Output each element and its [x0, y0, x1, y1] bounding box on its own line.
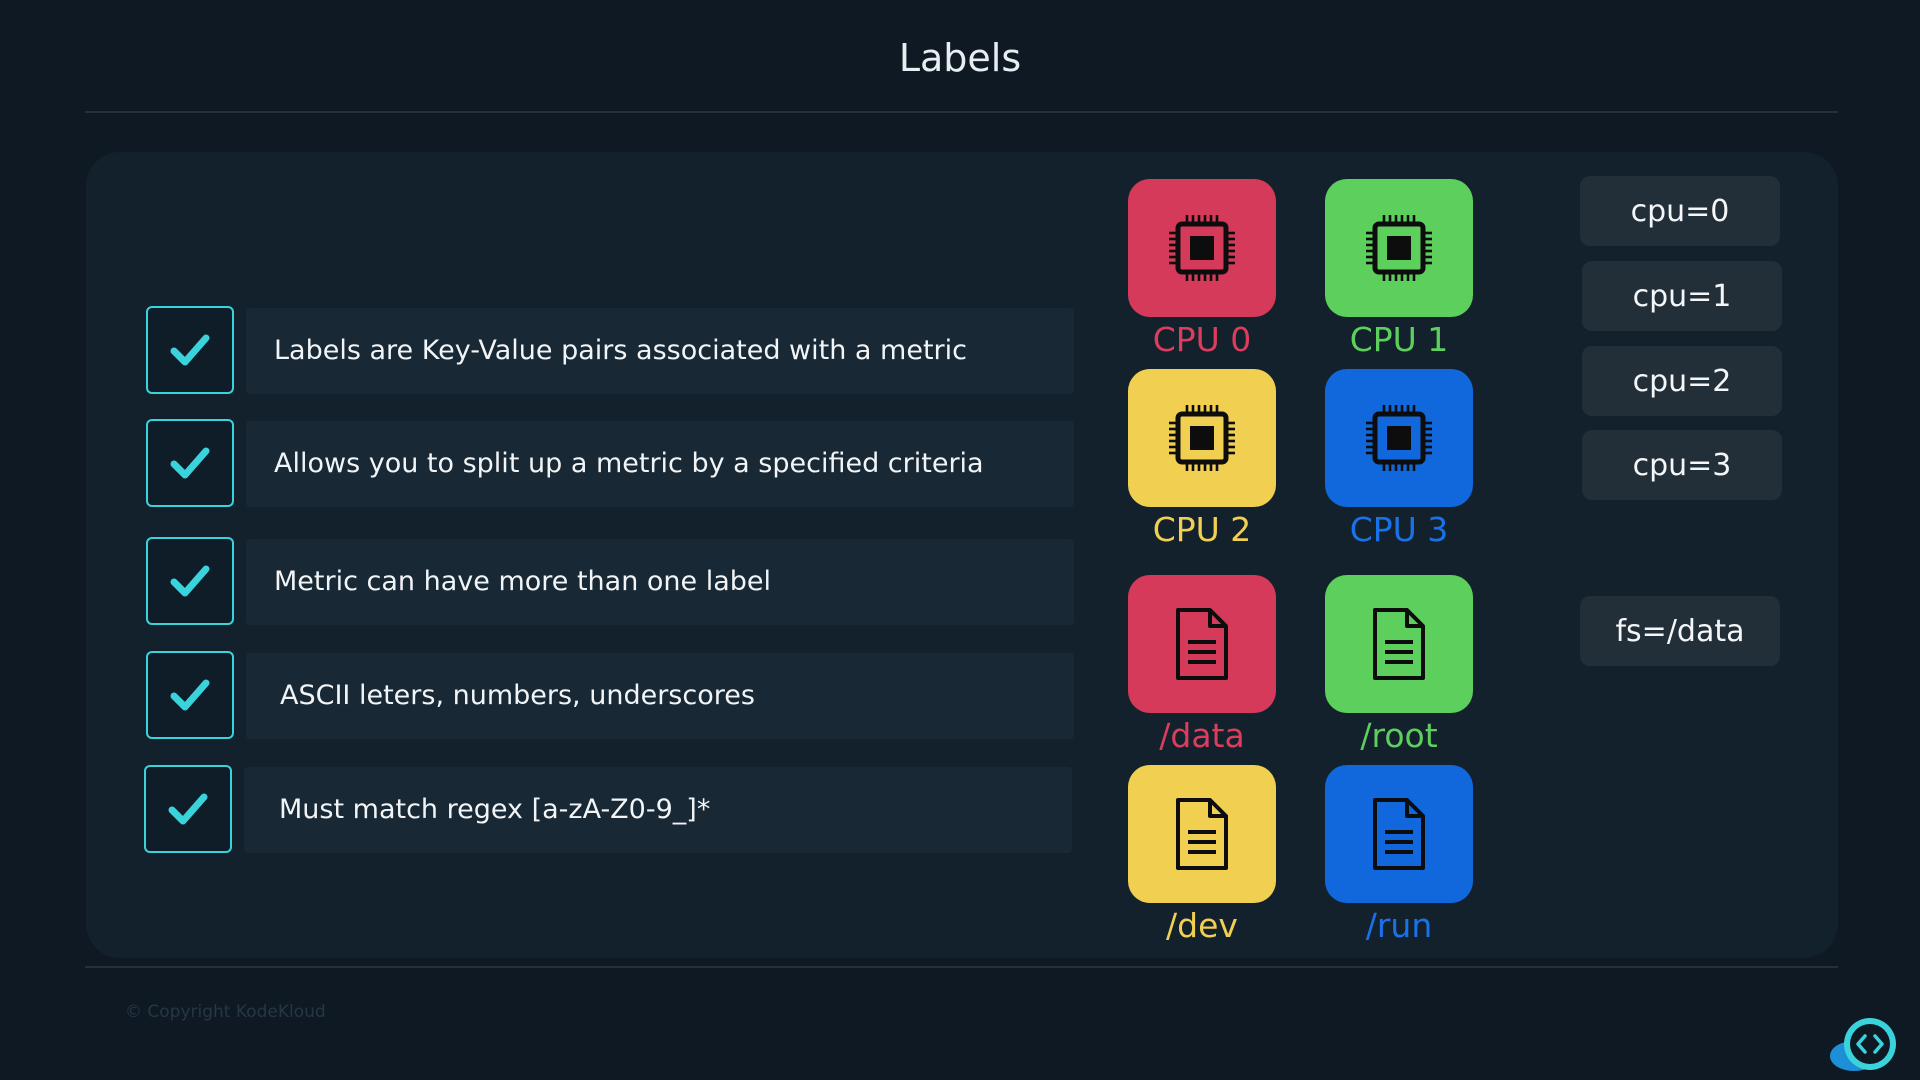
label-tag-cpu-2: cpu=2 — [1582, 346, 1782, 416]
fs-root-tile — [1325, 575, 1473, 713]
file-icon — [1176, 798, 1228, 870]
slide-title: Labels — [898, 36, 1022, 80]
footer-divider — [85, 966, 1838, 968]
cpu-chip-icon — [1169, 405, 1235, 471]
checkmark-icon — [146, 419, 234, 507]
cpu-2-label: CPU 2 — [1152, 510, 1252, 549]
kodekloud-logo — [1828, 1016, 1910, 1072]
cpu-chip-icon — [1169, 215, 1235, 281]
fs-dev-tile — [1128, 765, 1276, 903]
checkmark-icon — [144, 765, 232, 853]
cpu-chip-icon — [1366, 405, 1432, 471]
label-tag-cpu-3: cpu=3 — [1582, 430, 1782, 500]
cpu-1-label: CPU 1 — [1349, 320, 1449, 359]
bullet-text: Labels are Key-Value pairs associated wi… — [274, 335, 967, 366]
fs-run-label: /run — [1365, 906, 1433, 945]
bullet-text: Metric can have more than one label — [274, 566, 772, 597]
checkmark-icon — [146, 306, 234, 394]
bullet-text: Allows you to split up a metric by a spe… — [274, 448, 984, 479]
bullet-text: Must match regex [a-zA-Z0-9_]* — [279, 794, 711, 825]
file-icon — [1176, 608, 1228, 680]
title-divider — [85, 111, 1838, 113]
file-icon — [1373, 608, 1425, 680]
cpu-0-tile — [1128, 179, 1276, 317]
cpu-3-tile — [1325, 369, 1473, 507]
copyright-text: © Copyright KodeKloud — [125, 1002, 326, 1022]
fs-data-tile — [1128, 575, 1276, 713]
label-tag-fs: fs=/data — [1580, 596, 1780, 666]
cpu-chip-icon — [1366, 215, 1432, 281]
fs-root-label: /root — [1360, 716, 1438, 755]
checkmark-icon — [146, 651, 234, 739]
checkmark-icon — [146, 537, 234, 625]
fs-data-label: /data — [1159, 716, 1245, 755]
bullet-text: ASCII leters, numbers, underscores — [280, 680, 755, 711]
cpu-2-tile — [1128, 369, 1276, 507]
fs-run-tile — [1325, 765, 1473, 903]
file-icon — [1373, 798, 1425, 870]
label-tag-cpu-1: cpu=1 — [1582, 261, 1782, 331]
cpu-0-label: CPU 0 — [1152, 320, 1252, 359]
cpu-3-label: CPU 3 — [1349, 510, 1449, 549]
fs-dev-label: /dev — [1166, 906, 1238, 945]
label-tag-cpu-0: cpu=0 — [1580, 176, 1780, 246]
cpu-1-tile — [1325, 179, 1473, 317]
